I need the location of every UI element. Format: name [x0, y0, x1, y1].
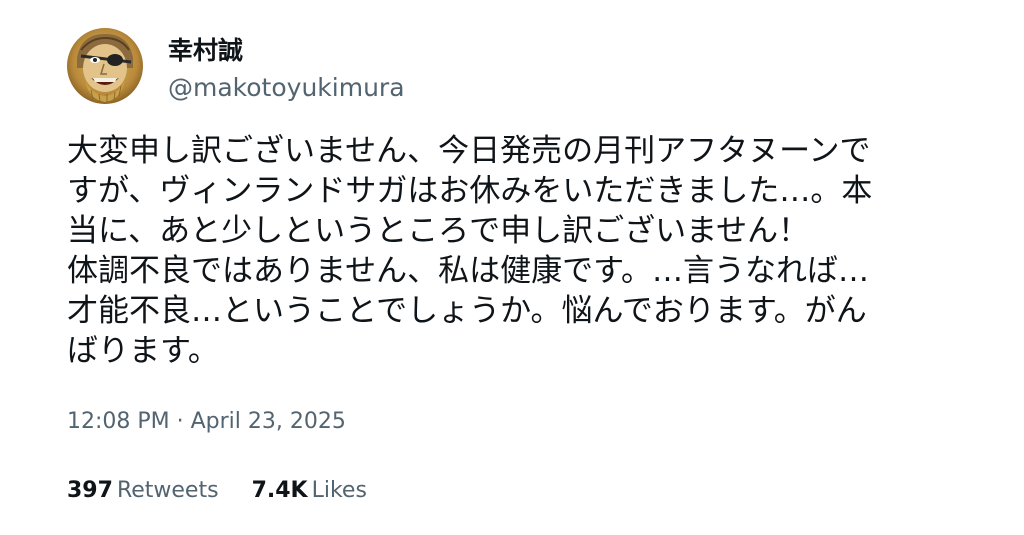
tweet-stats: 397 Retweets 7.4K Likes	[67, 477, 393, 505]
retweets-count: 397	[67, 478, 113, 503]
tweet-timestamp[interactable]: 12:08 PM · April 23, 2025	[67, 408, 346, 436]
tweet-text-line: すが、ヴィンランドサガはお休みをいただきました…。本	[67, 173, 873, 209]
avatar[interactable]	[67, 28, 143, 104]
likes-stat[interactable]: 7.4K Likes	[252, 477, 367, 505]
retweets-label: Retweets	[116, 478, 219, 503]
tweet-text-line: 才能不良…ということでしょうか。悩んでおります。がん	[67, 293, 867, 329]
user-handle[interactable]: @makotoyukimura	[168, 73, 405, 103]
likes-count: 7.4K	[251, 478, 308, 503]
display-name[interactable]: 幸村誠	[168, 36, 243, 66]
tweet-text-line: 大変申し訳ございません、今日発売の月刊アフタヌーンで	[67, 133, 871, 169]
avatar-illustration	[67, 28, 143, 104]
retweets-stat[interactable]: 397 Retweets	[67, 477, 219, 505]
tweet-text: 大変申し訳ございません、今日発売の月刊アフタヌーンで すが、ヴィンランドサガはお…	[67, 131, 947, 371]
tweet-card: 幸村誠 @makotoyukimura 大変申し訳ございません、今日発売の月刊ア…	[0, 0, 1024, 535]
tweet-text-line: 体調不良ではありません、私は健康です。…言うなれば…	[67, 253, 869, 289]
likes-label: Likes	[311, 478, 367, 503]
tweet-text-line: ばります。	[67, 333, 219, 369]
tweet-text-line: 当に、あと少しというところで申し訳ございません！	[67, 213, 810, 249]
